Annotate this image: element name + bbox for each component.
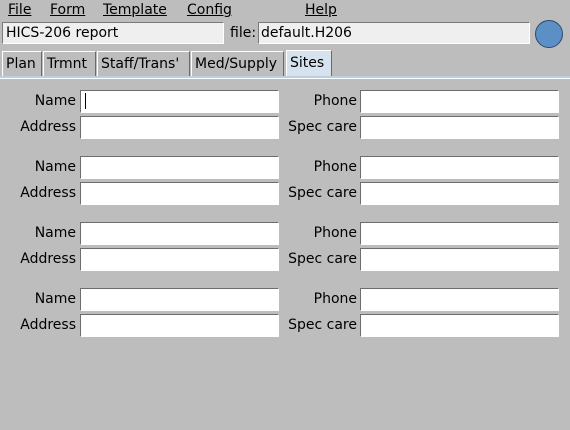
site-spec-care-label: Spec care: [288, 251, 357, 267]
menu-file[interactable]: File: [8, 0, 31, 20]
site-address-label: Address: [20, 317, 76, 333]
site-spec-care-label: Spec care: [288, 185, 357, 201]
site-address-label: Address: [20, 251, 76, 267]
site-1-phone-input[interactable]: [360, 90, 559, 113]
site-name-label: Name: [34, 93, 76, 109]
site-name-label: Name: [34, 291, 76, 307]
text-cursor: [85, 93, 86, 109]
site-phone-label: Phone: [313, 291, 357, 307]
menu-help[interactable]: Help: [305, 0, 337, 20]
menu-help-label: Help: [305, 2, 337, 18]
site-1-address-input[interactable]: [80, 116, 279, 139]
menu-form-label: Form: [50, 2, 86, 18]
site-name-label: Name: [34, 225, 76, 241]
menu-config-label: Config: [187, 2, 232, 18]
site-3-name-input[interactable]: [80, 222, 279, 245]
site-phone-label: Phone: [313, 93, 357, 109]
tab-staff-trans[interactable]: Staff/Trans': [97, 51, 190, 76]
menu-bar: File Form Template Config Help: [0, 0, 570, 20]
menu-file-label: File: [8, 2, 32, 18]
site-4-spec-care-input[interactable]: [360, 314, 559, 337]
menu-template[interactable]: Template: [103, 0, 167, 20]
site-phone-label: Phone: [313, 159, 357, 175]
site-4-name-input[interactable]: [80, 288, 279, 311]
site-2-name-input[interactable]: [80, 156, 279, 179]
site-3-spec-care-input[interactable]: [360, 248, 559, 271]
tab-sites-label: Sites: [290, 55, 325, 71]
tab-plan-label: Plan: [6, 56, 36, 72]
site-2-phone-input[interactable]: [360, 156, 559, 179]
tab-staff-trans-label: Staff/Trans': [101, 56, 180, 72]
report-title-field[interactable]: HICS-206 report: [2, 22, 224, 44]
tab-plan[interactable]: Plan: [2, 51, 42, 76]
site-address-label: Address: [20, 119, 76, 135]
site-phone-label: Phone: [313, 225, 357, 241]
tab-trmnt-label: Trmnt: [47, 56, 88, 72]
tab-divider-highlight: [0, 78, 570, 79]
site-address-label: Address: [20, 185, 76, 201]
file-name-field[interactable]: default.H206: [258, 22, 530, 44]
tab-med-supply[interactable]: Med/Supply: [191, 51, 284, 76]
site-3-address-input[interactable]: [80, 248, 279, 271]
menu-form[interactable]: Form: [50, 0, 85, 20]
site-name-label: Name: [34, 159, 76, 175]
menu-config[interactable]: Config: [187, 0, 232, 20]
site-1-spec-care-input[interactable]: [360, 116, 559, 139]
site-spec-care-label: Spec care: [288, 317, 357, 333]
tab-trmnt[interactable]: Trmnt: [43, 51, 96, 76]
site-3-phone-input[interactable]: [360, 222, 559, 245]
site-spec-care-label: Spec care: [288, 119, 357, 135]
site-2-spec-care-input[interactable]: [360, 182, 559, 205]
site-1-name-input[interactable]: [80, 90, 279, 113]
file-label: file:: [230, 25, 257, 41]
site-4-address-input[interactable]: [80, 314, 279, 337]
tab-sites[interactable]: Sites: [286, 50, 332, 78]
menu-template-label: Template: [103, 2, 167, 18]
site-4-phone-input[interactable]: [360, 288, 559, 311]
status-light-icon: [535, 20, 563, 48]
site-2-address-input[interactable]: [80, 182, 279, 205]
tab-med-supply-label: Med/Supply: [195, 56, 278, 72]
